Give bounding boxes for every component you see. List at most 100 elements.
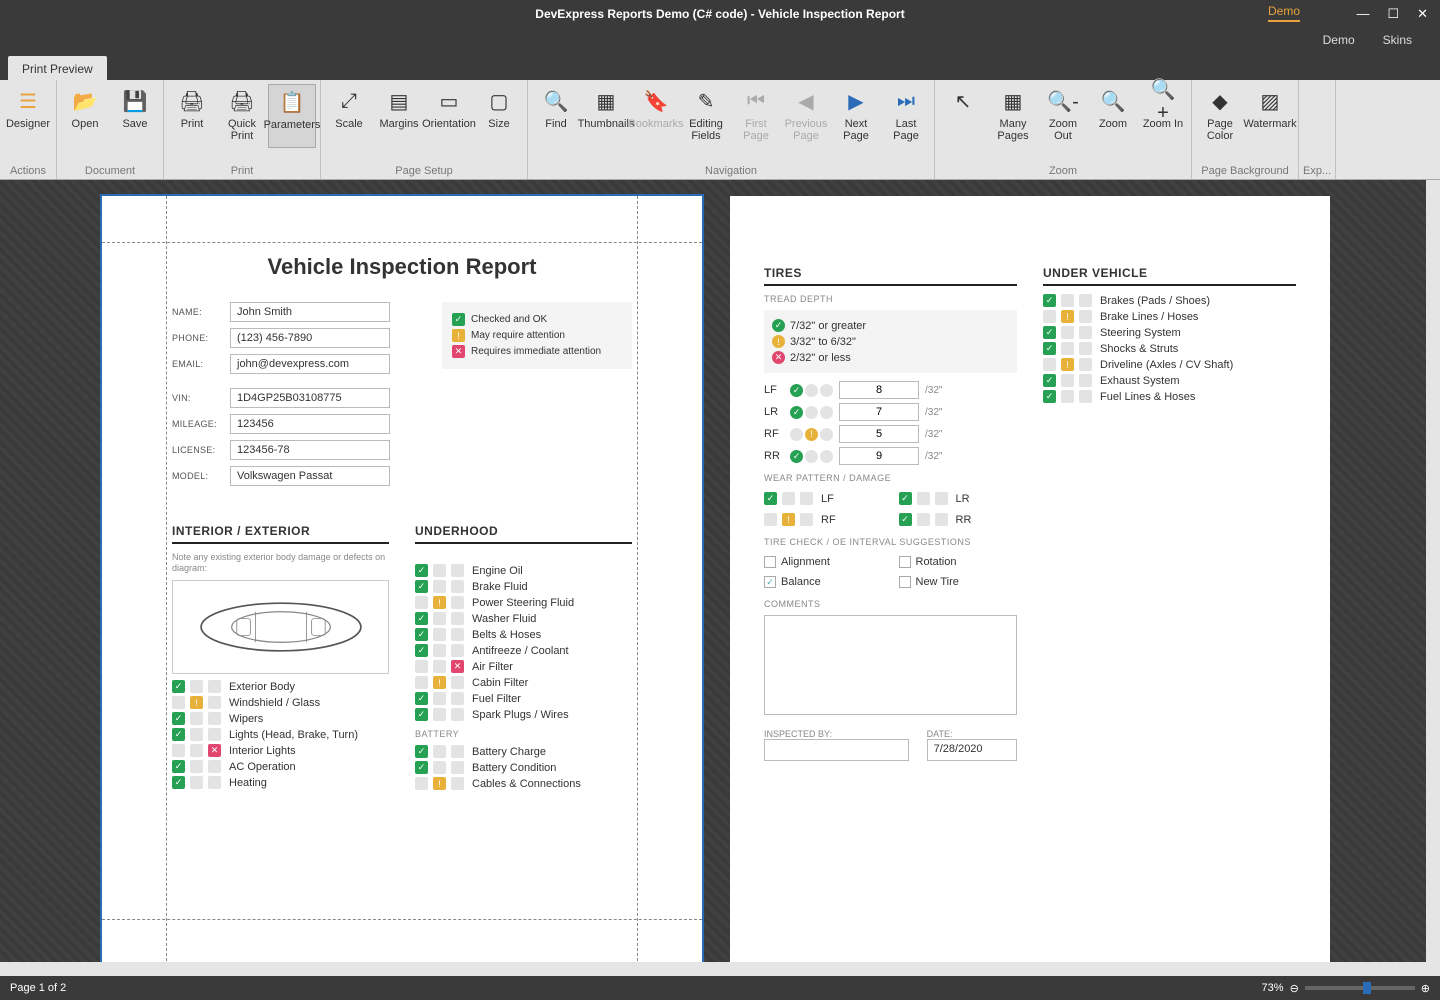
- grey-badge-icon: [1061, 374, 1074, 387]
- ribbon-thumbnails[interactable]: ▦Thumbnails: [582, 84, 630, 146]
- battery-heading: BATTERY: [415, 729, 632, 739]
- red-badge-icon: ✕: [772, 351, 785, 364]
- grey-badge-icon: [451, 708, 464, 721]
- ribbon-zoomin[interactable]: 🔍+Zoom In: [1139, 84, 1187, 146]
- tread-RF[interactable]: [839, 425, 919, 443]
- check-row: ✓RR: [899, 513, 1018, 526]
- green-badge-icon: ✓: [415, 644, 428, 657]
- date-input[interactable]: 7/28/2020: [927, 739, 1017, 761]
- grey-badge-icon: [451, 628, 464, 641]
- grey-badge-icon: [433, 564, 446, 577]
- checkbox-New Tire[interactable]: [899, 576, 911, 588]
- ribbon-print[interactable]: 🖨Print: [168, 84, 216, 146]
- ribbon-find[interactable]: 🔍Find: [532, 84, 580, 146]
- inspected-by-input[interactable]: [764, 739, 909, 761]
- first-icon: ⏮: [743, 88, 769, 114]
- ribbon-watermark[interactable]: ▨Watermark: [1246, 84, 1294, 146]
- grey-badge-icon: [1079, 342, 1092, 355]
- check-row: ✓Exhaust System: [1043, 374, 1296, 387]
- grey-badge-icon: [433, 692, 446, 705]
- field-6[interactable]: Volkswagen Passat: [230, 466, 390, 486]
- check-row: ✓Antifreeze / Coolant: [415, 644, 632, 657]
- ribbon-orientation[interactable]: ▭Orientation: [425, 84, 473, 146]
- field-1[interactable]: (123) 456-7890: [230, 328, 390, 348]
- grey-badge-icon: [433, 644, 446, 657]
- checkbox-Alignment[interactable]: [764, 556, 776, 568]
- ribbon-pagecolor[interactable]: ◆Page Color: [1196, 84, 1244, 146]
- maximize-icon[interactable]: ☐: [1387, 6, 1399, 22]
- ribbon-editfields[interactable]: ✎Editing Fields: [682, 84, 730, 146]
- check-row: ✓Brake Fluid: [415, 580, 632, 593]
- minimize-icon[interactable]: —: [1356, 6, 1369, 22]
- green-badge-icon: ✓: [172, 728, 185, 741]
- field-2[interactable]: john@devexpress.com: [230, 354, 390, 374]
- grey-badge-icon: [451, 644, 464, 657]
- ribbon-last[interactable]: ⏭Last Page: [882, 84, 930, 146]
- check-row: ✓Washer Fluid: [415, 612, 632, 625]
- grey-badge-icon: [1043, 310, 1056, 323]
- ribbon-margins[interactable]: ▤Margins: [375, 84, 423, 146]
- close-icon[interactable]: ✕: [1417, 6, 1428, 22]
- ribbon-open[interactable]: 📂Open: [61, 84, 109, 146]
- field-3[interactable]: 1D4GP25B03108775: [230, 388, 390, 408]
- grey-badge-icon: [917, 492, 930, 505]
- check-row: ✓Engine Oil: [415, 564, 632, 577]
- checkbox-Rotation[interactable]: [899, 556, 911, 568]
- tread-LR[interactable]: [839, 403, 919, 421]
- ribbon-zoom[interactable]: 🔍Zoom: [1089, 84, 1137, 146]
- zoom-slider[interactable]: [1305, 986, 1415, 990]
- scrollbar-vertical[interactable]: [1426, 180, 1440, 976]
- print-icon: 🖨: [179, 88, 205, 114]
- page-status: Page 1 of 2: [10, 982, 66, 994]
- grey-badge-icon: [415, 596, 428, 609]
- ribbon-manypages[interactable]: ▦Many Pages: [989, 84, 1037, 146]
- margins-icon: ▤: [386, 88, 412, 114]
- grey-badge-icon: [208, 712, 221, 725]
- ribbon-designer[interactable]: ☰Designer: [4, 84, 52, 146]
- ribbon-first: ⏮First Page: [732, 84, 780, 146]
- ribbon-size[interactable]: ▢Size: [475, 84, 523, 146]
- check-row: ✓Spark Plugs / Wires: [415, 708, 632, 721]
- find-icon: 🔍: [543, 88, 569, 114]
- page-1[interactable]: Vehicle Inspection Report ✓Checked and O…: [102, 196, 702, 966]
- grey-badge-icon: [451, 745, 464, 758]
- ribbon-save[interactable]: 💾Save: [111, 84, 159, 146]
- checkbox-Balance[interactable]: ✓: [764, 576, 776, 588]
- ribbon-prev: ◀Previous Page: [782, 84, 830, 146]
- save-icon: 💾: [122, 88, 148, 114]
- ribbon-scale[interactable]: ⤢Scale: [325, 84, 373, 146]
- ribbon-next[interactable]: ▶Next Page: [832, 84, 880, 146]
- ribbon-quickprint[interactable]: 🖨Quick Print: [218, 84, 266, 146]
- check-row: !Cabin Filter: [415, 676, 632, 689]
- ribbon-pointer[interactable]: ↖: [939, 84, 987, 146]
- green-badge-icon: ✓: [172, 760, 185, 773]
- scrollbar-horizontal[interactable]: [0, 962, 1440, 976]
- yellow-badge-icon: !: [452, 329, 465, 342]
- grey-badge-icon: [190, 760, 203, 773]
- zoom-out-button[interactable]: ⊖: [1290, 982, 1299, 995]
- check-row: ✓Brakes (Pads / Shoes): [1043, 294, 1296, 307]
- preview-canvas[interactable]: Vehicle Inspection Report ✓Checked and O…: [0, 180, 1440, 976]
- tread-LF[interactable]: [839, 381, 919, 399]
- grey-badge-icon: [1079, 390, 1092, 403]
- ribbon-parameters[interactable]: 📋Parameters: [268, 84, 316, 148]
- page-2[interactable]: TIRES TREAD DEPTH ✓7/32" or greater!3/32…: [730, 196, 1330, 966]
- grey-badge-icon: [208, 728, 221, 741]
- bookmarks-icon: 🔖: [643, 88, 669, 114]
- green-badge-icon: ✓: [1043, 390, 1056, 403]
- field-0[interactable]: John Smith: [230, 302, 390, 322]
- tread-RR[interactable]: [839, 447, 919, 465]
- green-badge-icon: ✓: [415, 612, 428, 625]
- check-row: ✓Fuel Lines & Hoses: [1043, 390, 1296, 403]
- mode-skins[interactable]: Skins: [1383, 33, 1412, 47]
- green-badge-icon: ✓: [790, 384, 803, 397]
- mode-demo[interactable]: Demo: [1323, 33, 1355, 47]
- field-5[interactable]: 123456-78: [230, 440, 390, 460]
- field-4[interactable]: 123456: [230, 414, 390, 434]
- grey-badge-icon: [935, 513, 948, 526]
- check-row: ✓Steering System: [1043, 326, 1296, 339]
- tab-print-preview[interactable]: Print Preview: [8, 56, 107, 80]
- zoom-in-button[interactable]: ⊕: [1421, 982, 1430, 995]
- comments-box[interactable]: [764, 615, 1017, 715]
- ribbon-zoomout[interactable]: 🔍-Zoom Out: [1039, 84, 1087, 146]
